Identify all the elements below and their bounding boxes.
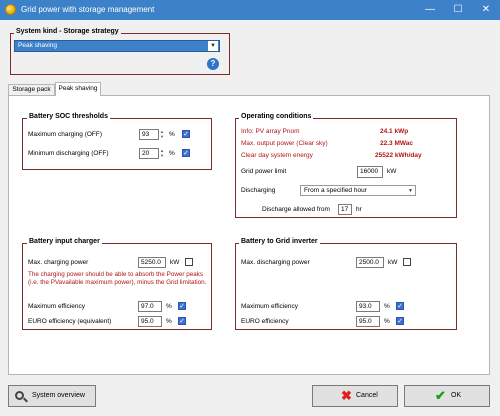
charger-max-eff-checkbox[interactable]: ✓ [178,302,186,310]
charger-euro-eff-checkbox[interactable]: ✓ [178,317,186,325]
strategy-value: Peak shaving [18,42,58,49]
charger-max-eff-unit: % [166,303,172,310]
max-output-value: 22.3 MWac [380,140,413,147]
max-charging-unit: % [169,131,175,138]
discharging-value: From a specified hour [304,187,367,194]
grid-limit-unit: kW [387,168,397,175]
battery-inverter-legend: Battery to Grid inverter [239,238,320,245]
cancel-button[interactable]: ✖ Cancel [312,385,398,407]
minimize-icon[interactable]: — [416,0,444,20]
discharge-hour-unit: hr [356,206,362,213]
min-discharging-checkbox[interactable]: ✓ [182,149,190,157]
max-charging-checkbox[interactable]: ✓ [182,130,190,138]
max-charging-power-input[interactable]: 5250.0 [138,257,166,268]
window-title: Grid power with storage management [21,5,155,14]
charger-euro-eff-input[interactable]: 95.0 [138,316,162,327]
inverter-euro-eff-unit: % [384,318,390,325]
min-discharging-unit: % [169,150,175,157]
charger-note: The charging power should be able to abs… [28,271,207,286]
battery-soc-legend: Battery SOC thresholds [27,113,110,120]
maximize-icon[interactable]: ☐ [444,0,472,20]
chevron-down-icon[interactable]: ▼ [408,186,413,196]
max-charging-spinner[interactable]: ▲ ▼ [160,129,165,139]
discharge-hour-input[interactable]: 17 [338,204,352,215]
max-output-label: Max. output power (Clear sky) [241,140,328,147]
system-kind-legend: System kind - Storage strategy [14,28,121,35]
max-charging-input[interactable]: 93 [139,129,159,140]
inverter-max-eff-label: Maximum efficiency [241,303,298,310]
max-discharging-power-checkbox[interactable] [403,258,411,266]
max-charging-label: Maximum charging (OFF) [28,131,103,138]
help-icon[interactable]: ? [207,58,219,70]
charger-max-eff-input[interactable]: 97.0 [138,301,162,312]
max-charging-power-checkbox[interactable] [185,258,193,266]
max-charging-power-unit: kW [170,259,180,266]
charger-max-eff-label: Maximum efficiency [28,303,85,310]
grid-limit-input[interactable]: 16000 [357,166,383,178]
charger-euro-eff-unit: % [166,318,172,325]
pv-pnom-value: 24.1 kWp [380,128,409,135]
inverter-max-eff-checkbox[interactable]: ✓ [396,302,404,310]
min-discharging-input[interactable]: 20 [139,148,159,159]
chevron-down-icon[interactable]: ▼ [208,41,218,51]
check-icon: ✔ [435,388,446,403]
max-charging-power-label: Max. charging power [28,259,89,266]
battery-charger-legend: Battery input charger [27,238,102,245]
ok-button[interactable]: ✔ OK [404,385,490,407]
battery-inverter-group [235,243,457,330]
max-discharging-power-unit: kW [388,259,398,266]
tab-storage-pack[interactable]: Storage pack [8,84,55,95]
clear-day-energy-label: Clear day system energy [241,152,313,159]
close-icon[interactable]: ✕ [472,0,500,20]
charger-euro-eff-label: EURO efficiency (equivalent) [28,318,112,325]
discharging-label: Discharging [241,187,276,194]
clear-day-energy-value: 25522 kWh/day [375,152,422,159]
system-overview-label: System overview [32,392,85,399]
discharging-select[interactable]: From a specified hour ▼ [300,185,416,196]
inverter-max-eff-input[interactable]: 93.0 [356,301,380,312]
discharge-allowed-label: Discharge allowed from [262,206,330,213]
title-bar: Grid power with storage management — ☐ ✕ [0,0,500,20]
inverter-euro-eff-input[interactable]: 95.0 [356,316,380,327]
min-discharging-spinner[interactable]: ▲ ▼ [160,148,165,158]
battery-soc-group [22,118,212,170]
inverter-euro-eff-label: EURO efficiency [241,318,289,325]
inverter-euro-eff-checkbox[interactable]: ✓ [396,317,404,325]
operating-conditions-legend: Operating conditions [239,113,314,120]
inverter-max-eff-unit: % [384,303,390,310]
app-icon [5,4,16,15]
system-overview-button[interactable]: System overview [8,385,96,407]
min-discharging-label: Minimum discharging (OFF) [28,150,109,157]
ok-label: OK [451,392,462,399]
max-discharging-power-input[interactable]: 2500.0 [356,257,384,268]
cancel-label: Cancel [356,392,378,399]
tab-peak-shaving[interactable]: Peak shaving [55,82,101,96]
pv-pnom-label: Info: PV array Pnom [241,128,300,135]
grid-limit-label: Grid power limit [241,168,287,175]
cancel-icon: ✖ [341,388,352,403]
max-discharging-power-label: Max. discharging power [241,259,310,266]
strategy-select[interactable]: Peak shaving ▼ [14,40,220,52]
